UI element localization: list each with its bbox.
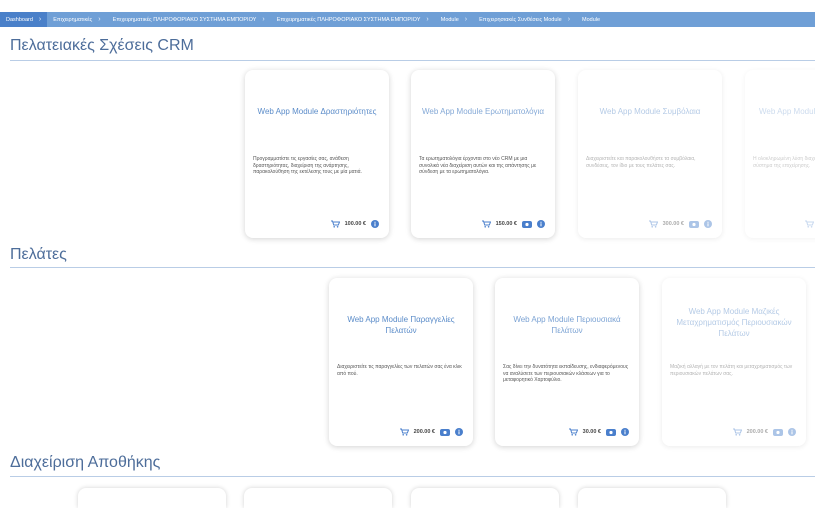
shopping-cart-icon[interactable] xyxy=(330,220,340,228)
module-card-description: Διαχειριστείτε τις παραγγελίες των πελατ… xyxy=(337,364,462,377)
module-card-description: Διαχειριστείτε και παρακολουθήστε τα συμ… xyxy=(586,156,696,169)
section-title-warehouse: Διαχείριση Αποθήκης xyxy=(10,454,161,471)
module-card-description: Μαζική αλλαγή με τον πελάτη και μεταχρημ… xyxy=(670,364,793,377)
nav-item-dashboard[interactable]: Dashboard › xyxy=(0,12,48,27)
module-card-footer: 150.00 € xyxy=(481,220,545,228)
module-card[interactable] xyxy=(78,488,226,508)
section-title-customers: Πελάτες xyxy=(10,246,67,263)
shopping-cart-icon[interactable] xyxy=(805,220,814,228)
module-card-title: Web App Module Προσ xyxy=(759,107,815,116)
section-divider xyxy=(10,476,815,477)
info-icon[interactable] xyxy=(371,220,379,228)
module-card-title: Web App Module Περιουσιακά Πελάτων xyxy=(513,315,621,335)
info-icon[interactable] xyxy=(621,428,629,436)
module-card-title: Web App Module Μαζικές Μεταχρηματισμός Π… xyxy=(676,307,792,338)
module-card-description: Η ολοκληρωμένη λύση διαχείρισης προσφορώ… xyxy=(753,156,815,169)
module-card[interactable]: Web App Module Συμβόλαια Διαχειριστείτε … xyxy=(578,70,722,238)
chevron-right-icon: › xyxy=(567,16,571,23)
module-card[interactable]: Web App Module Ερωτηματολόγια Τα ερωτημα… xyxy=(411,70,555,238)
info-icon[interactable] xyxy=(455,428,463,436)
module-card-title: Web App Module Παραγγελίες Πελατών xyxy=(347,315,455,335)
chevron-right-icon: › xyxy=(262,16,265,23)
nav-item-label: Module xyxy=(582,16,601,23)
nav-item-business-system-2[interactable]: Επιχειρηματικές ΠΛΗΡΟΦΟΡΙΑΚΟ ΣΥΣΤΗΜΑ ΕΜΠ… xyxy=(271,12,435,27)
section-title-crm: Πελατειακές Σχέσεις CRM xyxy=(10,37,194,54)
nav-item-label: Επιχειρηματικές ΠΛΗΡΟΦΟΡΙΑΚΟ ΣΥΣΤΗΜΑ ΕΜΠ… xyxy=(276,16,421,23)
chevron-right-icon: › xyxy=(38,16,42,23)
module-card-description: Προγραμματίστε τις εργασίες σας, ανάθεση… xyxy=(253,156,362,175)
module-card-price: 100.00 € xyxy=(344,221,366,227)
module-card[interactable]: Web App Module Περιουσιακά Πελάτων Σας δ… xyxy=(495,278,639,446)
nav-item-label: Επιχειρησιακές Συνθέσεις Module xyxy=(479,16,562,23)
nav-item-label: Επιχειρηματικές ΠΛΗΡΟΦΟΡΙΑΚΟ ΣΥΣΤΗΜΑ ΕΜΠ… xyxy=(112,16,257,23)
nav-item-label: Επιχειρηματικές xyxy=(53,16,93,23)
eye-icon[interactable] xyxy=(522,220,532,228)
module-card-title: Web App Module Συμβόλαια xyxy=(599,107,701,116)
module-card-footer: 100.00 € xyxy=(330,220,379,228)
module-card-footer: 30.00 € xyxy=(568,428,629,436)
nav-item-business[interactable]: Επιχειρηματικές › xyxy=(47,12,106,27)
module-card-footer: 200.00 € xyxy=(399,428,463,436)
module-card-description: Τα ερωτηματολόγια έρχονται στο νέο CRM μ… xyxy=(419,156,537,175)
chevron-right-icon: › xyxy=(426,16,429,23)
chevron-right-icon: › xyxy=(464,16,468,23)
module-card-title: Web App Module Ερωτηματολόγια xyxy=(422,107,544,116)
module-card[interactable]: Web App Module Προσ Η ολοκληρωμένη λύση … xyxy=(745,70,815,238)
eye-icon[interactable] xyxy=(440,428,450,436)
module-card[interactable] xyxy=(411,488,559,508)
shopping-cart-icon[interactable] xyxy=(568,428,578,436)
shopping-cart-icon[interactable] xyxy=(732,428,742,436)
nav-item-module-2[interactable]: Module xyxy=(576,12,606,27)
module-card-footer xyxy=(805,220,814,228)
info-icon[interactable] xyxy=(704,220,712,228)
top-strip xyxy=(0,0,815,12)
eye-icon[interactable] xyxy=(773,428,783,436)
module-card-price: 200.00 € xyxy=(746,429,768,435)
module-card[interactable]: Web App Module Μαζικές Μεταχρηματισμός Π… xyxy=(662,278,806,446)
module-card-price: 30.00 € xyxy=(582,429,601,435)
nav-item-label: Module xyxy=(440,16,459,23)
module-card-title: Web App Module Δραστηριότητες xyxy=(257,107,377,116)
section-divider xyxy=(10,267,815,268)
nav-item-compositions[interactable]: Επιχειρησιακές Συνθέσεις Module › xyxy=(473,12,576,27)
nav-item-module[interactable]: Module › xyxy=(435,12,473,27)
module-card-description: Σας δίνει την δυνατότητα εκπαίδευσης, εν… xyxy=(503,364,629,383)
chevron-right-icon: › xyxy=(98,16,101,23)
module-card-footer: 300.00 € xyxy=(648,220,712,228)
module-card[interactable] xyxy=(244,488,392,508)
shopping-cart-icon[interactable] xyxy=(399,428,409,436)
info-icon[interactable] xyxy=(788,428,796,436)
module-card-price: 300.00 € xyxy=(662,221,684,227)
eye-icon[interactable] xyxy=(606,428,616,436)
module-card-footer: 200.00 € xyxy=(732,428,796,436)
module-card[interactable]: Web App Module Παραγγελίες Πελατών Διαχε… xyxy=(329,278,473,446)
eye-icon[interactable] xyxy=(689,220,699,228)
section-divider xyxy=(10,60,815,61)
nav-item-business-system-1[interactable]: Επιχειρηματικές ΠΛΗΡΟΦΟΡΙΑΚΟ ΣΥΣΤΗΜΑ ΕΜΠ… xyxy=(107,12,271,27)
breadcrumb-nav: Dashboard › Επιχειρηματικές › Επιχειρηματι… xyxy=(0,12,815,27)
shopping-cart-icon[interactable] xyxy=(481,220,491,228)
shopping-cart-icon[interactable] xyxy=(648,220,658,228)
module-card-price: 200.00 € xyxy=(413,429,435,435)
module-card[interactable] xyxy=(578,488,726,508)
info-icon[interactable] xyxy=(537,220,545,228)
module-card-price: 150.00 € xyxy=(495,221,517,227)
module-card[interactable]: Web App Module Δραστηριότητες Προγραμματ… xyxy=(245,70,389,238)
nav-item-label: Dashboard xyxy=(6,16,33,23)
